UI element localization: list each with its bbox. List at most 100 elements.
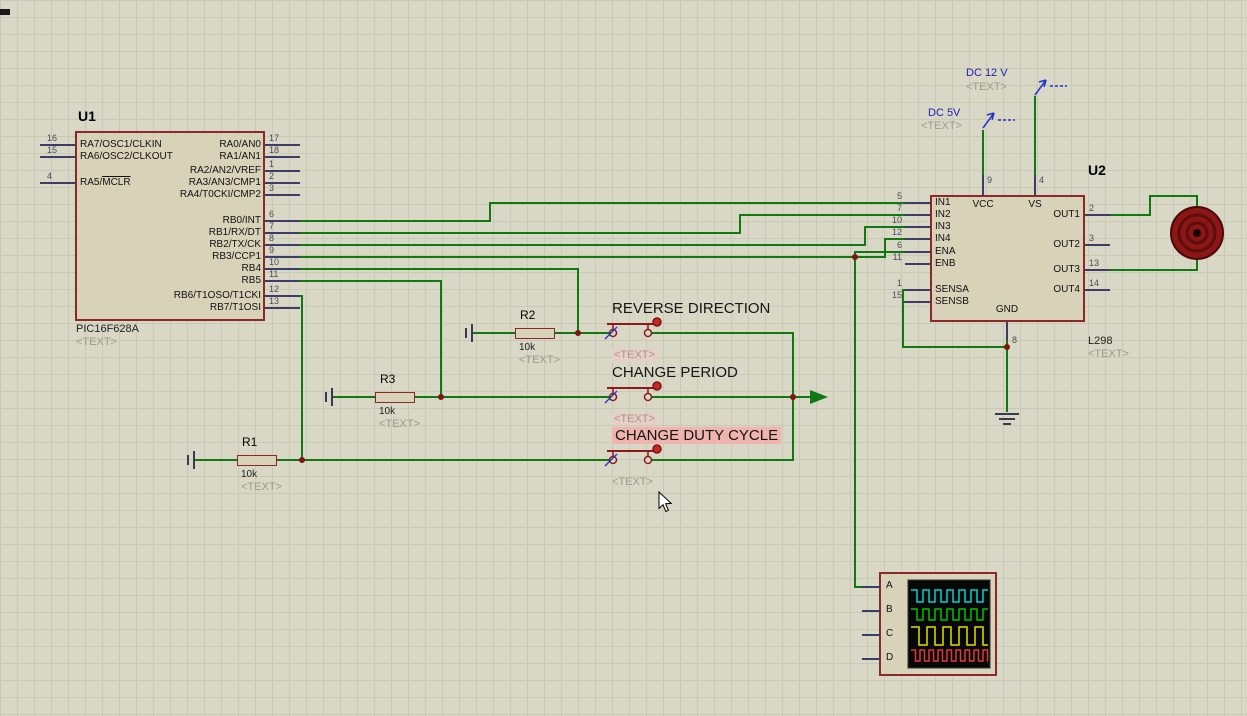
pin-number: 8	[1012, 335, 1018, 345]
button-contact[interactable]	[643, 328, 653, 338]
resistor-ref: R1	[242, 435, 258, 449]
pin-number: 9	[987, 175, 993, 185]
wire-rb3-in4[interactable]	[300, 238, 905, 258]
pin-number: 11	[892, 252, 902, 262]
button-text-placeholder: <TEXT>	[612, 349, 657, 361]
u2-part: L298	[1088, 335, 1113, 347]
junction-dot	[1004, 344, 1010, 350]
dc-motor[interactable]	[1170, 206, 1224, 260]
pin-number: 15	[891, 290, 902, 300]
pin-number: 2	[1089, 203, 1095, 213]
pin-number: 2	[269, 171, 275, 181]
pin-number: 1	[269, 159, 275, 169]
sheet-origin-marker	[0, 9, 10, 15]
pin-name: RA4/T0CKI/CMP2	[179, 189, 261, 200]
resistor-body[interactable]	[375, 392, 415, 403]
pin-number: 12	[269, 284, 280, 294]
pin-number: 9	[269, 245, 275, 255]
pin-name: RB1/RX/DT	[208, 227, 261, 238]
ground-icon[interactable]	[995, 413, 1019, 425]
resistor-text-placeholder: <TEXT>	[379, 418, 420, 430]
pin-name: ENB	[935, 258, 956, 269]
mouse-cursor-icon	[658, 490, 673, 513]
pin-number: 8	[269, 233, 275, 243]
pin-number: 7	[896, 203, 902, 213]
wire-to-scope-a[interactable]	[854, 257, 880, 588]
pin-number: 12	[891, 227, 902, 237]
scope-channel-label: C	[886, 628, 894, 639]
button-actuator-icon[interactable]	[652, 381, 662, 391]
pin-number: 13	[269, 296, 280, 306]
pin-name: RB4	[241, 263, 261, 274]
pin-name: RB7/T1OSI	[209, 302, 261, 313]
pin-name: SENSB	[935, 296, 969, 307]
junction-dot	[438, 394, 444, 400]
scope-channel-label: D	[886, 652, 894, 663]
pin-number: 14	[1089, 278, 1100, 288]
pin-name: RA3/AN3/CMP1	[188, 177, 261, 188]
pin-number: 16	[47, 133, 58, 143]
junction-dot	[575, 330, 581, 336]
pin-name: ENA	[935, 246, 956, 257]
pin-name: OUT4	[1053, 284, 1080, 295]
pin-number: 4	[47, 171, 53, 181]
power-terminal-5v-icon[interactable]	[982, 112, 1015, 129]
schematic-canvas[interactable]: U1 PIC16F628A <TEXT> U2 L298 <TEXT> DC 1…	[0, 0, 1247, 716]
pin-number: 10	[269, 257, 280, 267]
resistor-value: 10k	[379, 406, 396, 417]
junction-dot	[852, 254, 858, 260]
pin-name: IN2	[935, 209, 951, 220]
pin-number: 1	[896, 278, 902, 288]
pin-number: 13	[1089, 258, 1100, 268]
wire-motor-bottom[interactable]	[1110, 258, 1198, 271]
junction-dot	[299, 457, 305, 463]
pin-number: 6	[269, 209, 275, 219]
button-label: CHANGE PERIOD	[612, 364, 738, 381]
button-label: REVERSE DIRECTION	[612, 300, 771, 317]
pin-name: OUT3	[1053, 264, 1080, 275]
pin-number: 3	[1089, 233, 1095, 243]
wire-rb2-in3[interactable]	[300, 226, 905, 246]
pin-name: RA0/AN0	[219, 139, 261, 150]
u2-text-placeholder: <TEXT>	[1088, 348, 1129, 360]
pin-number: 15	[47, 145, 58, 155]
button-actuator-icon[interactable]	[652, 444, 662, 454]
wire-rb6[interactable]	[300, 295, 303, 460]
output-terminal-arrow-icon[interactable]	[810, 390, 828, 404]
button-contact[interactable]	[643, 455, 653, 465]
resistor-body[interactable]	[237, 455, 277, 466]
pin-name: RB6/T1OSO/T1CKI	[173, 290, 261, 301]
button-text-placeholder: <TEXT>	[612, 413, 657, 425]
wire-rb4[interactable]	[300, 268, 579, 333]
pin-name: IN3	[935, 221, 951, 232]
resistor-body[interactable]	[515, 328, 555, 339]
power-terminal-12v-icon[interactable]	[1034, 79, 1067, 96]
wire-rb0-in1[interactable]	[300, 202, 905, 222]
pin-number: 4	[1039, 175, 1045, 185]
pin-name: IN1	[935, 197, 951, 208]
pin-name: GND	[995, 304, 1019, 315]
pin-number: 6	[896, 240, 902, 250]
u1-ref: U1	[78, 108, 96, 124]
resistor-value: 10k	[519, 342, 536, 353]
pin-name: VCC	[972, 199, 994, 210]
pin-name: IN4	[935, 233, 951, 244]
pin-name: RB2/TX/CK	[209, 239, 261, 250]
wire-rb5[interactable]	[300, 280, 442, 397]
pin-name: RA2/AN2/VREF	[189, 165, 261, 176]
pin-name: OUT2	[1053, 239, 1080, 250]
pin-number: 5	[896, 191, 902, 201]
pin-name: RB3/CCP1	[212, 251, 261, 262]
pin-number: 11	[269, 269, 279, 279]
resistor-ref: R2	[520, 308, 536, 322]
pin-number: 3	[269, 183, 275, 193]
button-actuator-icon[interactable]	[652, 317, 662, 327]
u2-ref: U2	[1088, 162, 1106, 178]
wire-rb1-in2[interactable]	[300, 214, 905, 234]
power-label-5v: DC 5V	[928, 107, 961, 119]
button-label: CHANGE DUTY CYCLE	[612, 427, 782, 444]
junction-dot	[790, 394, 796, 400]
pin-name: VS	[1028, 199, 1042, 210]
button-contact[interactable]	[643, 392, 653, 402]
button-text-placeholder: <TEXT>	[612, 476, 653, 488]
